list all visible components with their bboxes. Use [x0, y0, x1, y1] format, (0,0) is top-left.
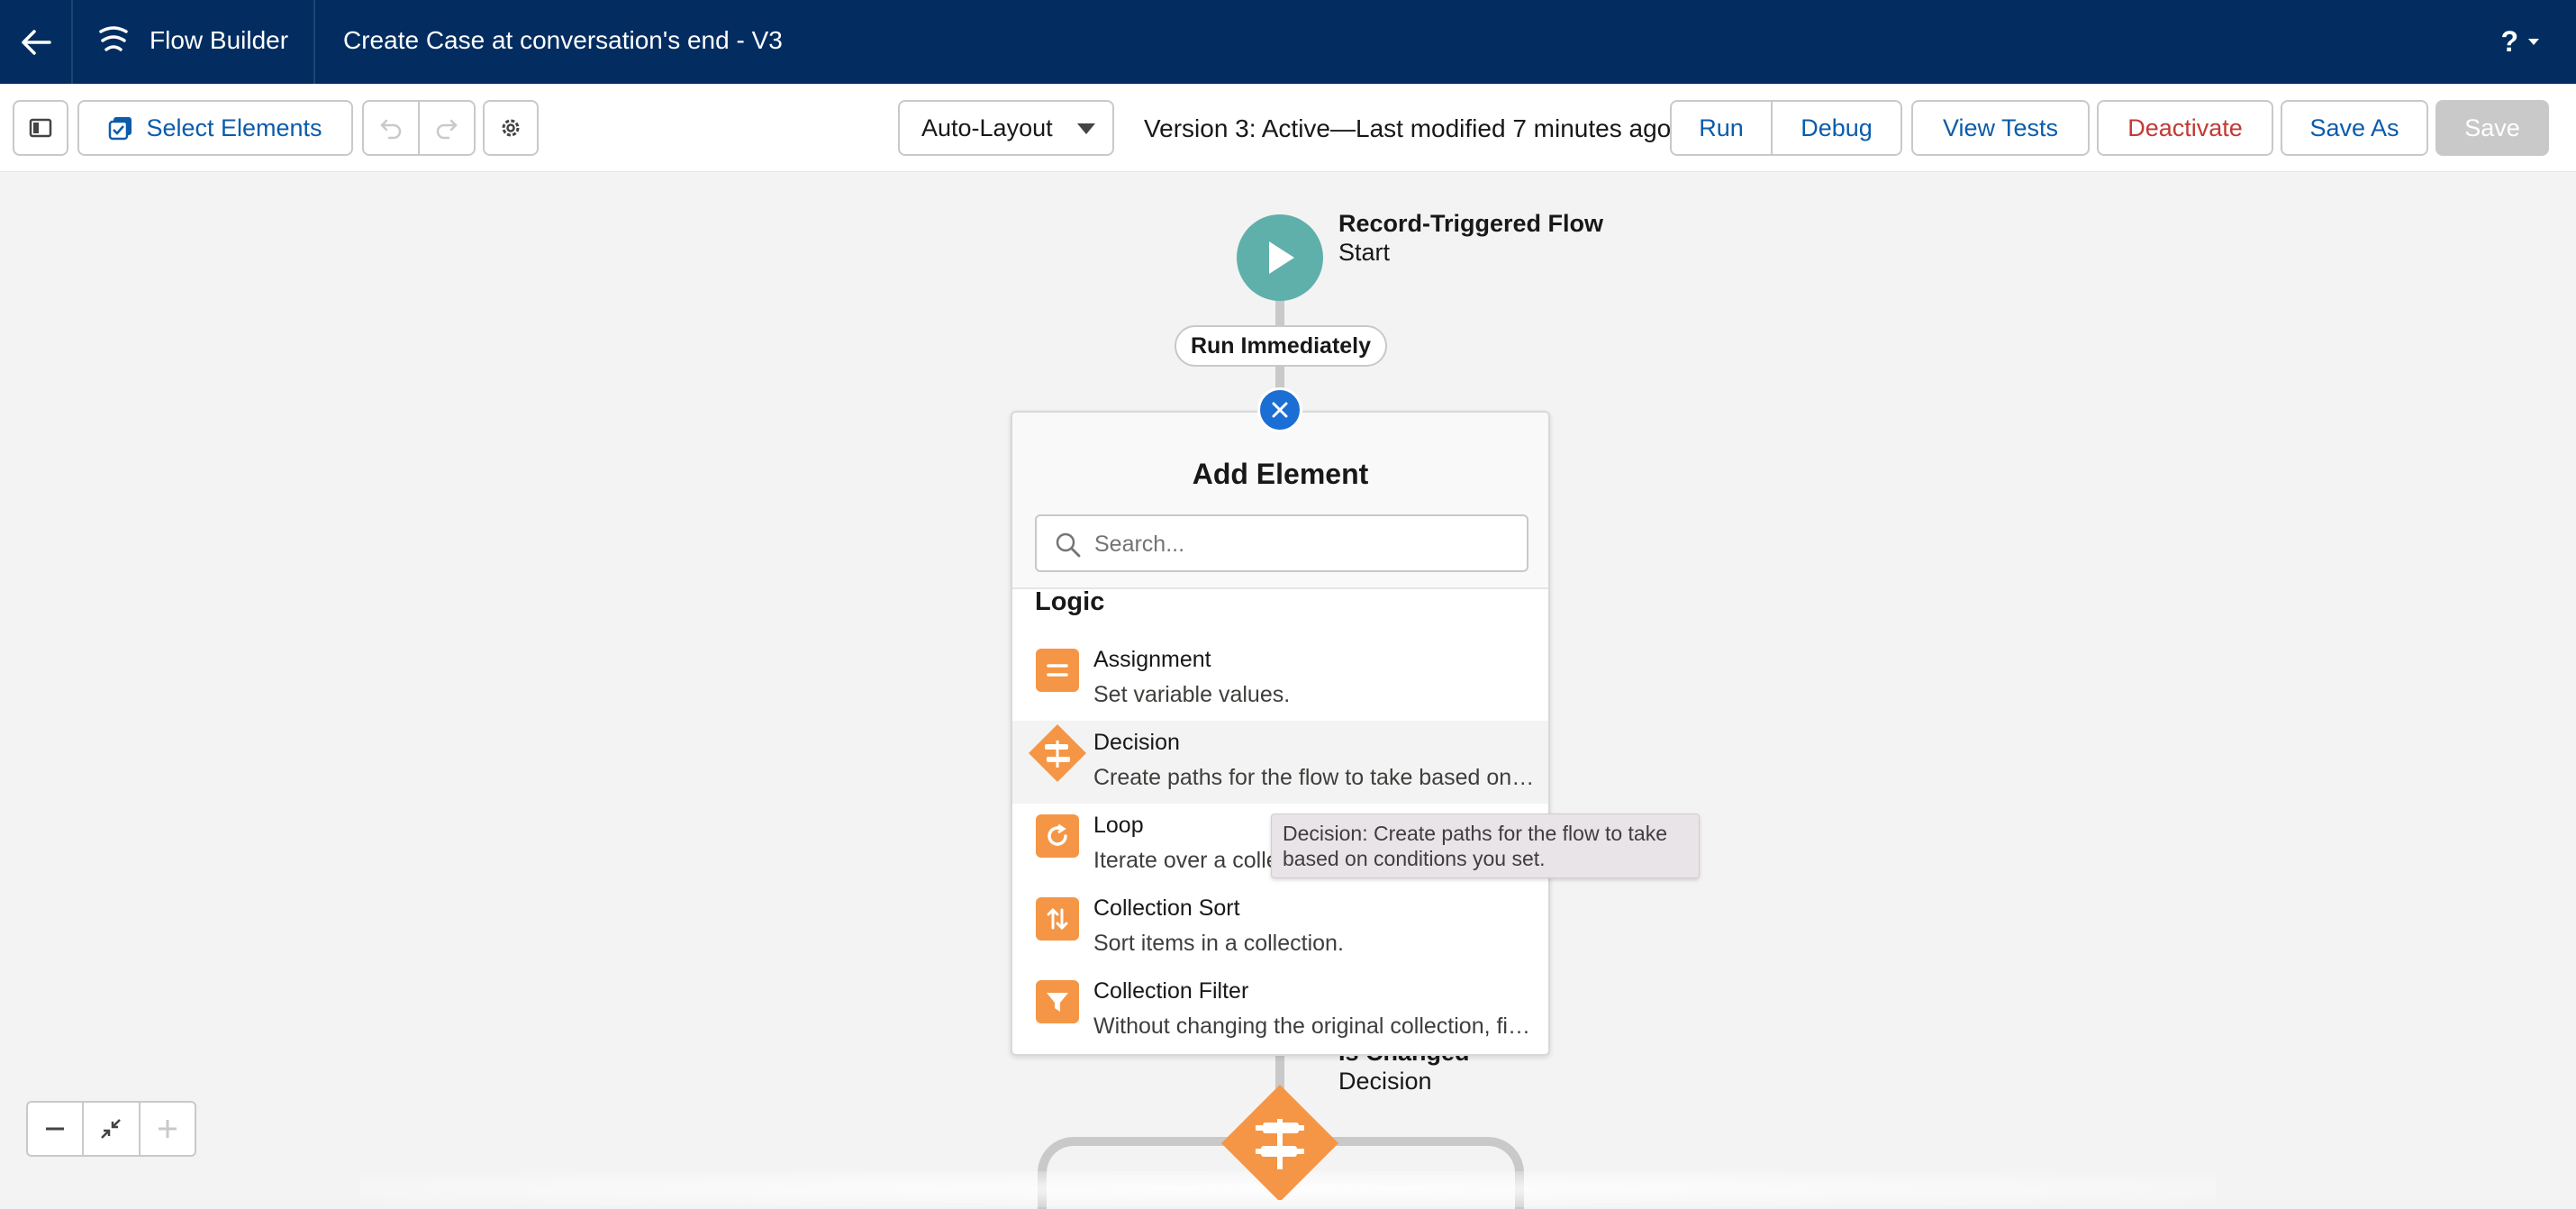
start-node-label: Record-Triggered Flow Start	[1338, 209, 1603, 267]
plus-icon	[158, 1120, 177, 1138]
search-icon	[1056, 532, 1081, 558]
assignment-icon	[1036, 649, 1079, 692]
decision-tooltip: Decision: Create paths for the flow to t…	[1271, 814, 1700, 878]
arrow-left-icon	[21, 29, 51, 55]
add-element-header: Add Element	[1012, 413, 1548, 589]
run-button[interactable]: Run	[1670, 100, 1773, 156]
layout-select[interactable]: Auto-Layout	[898, 100, 1114, 156]
app-brand: Flow Builder	[72, 0, 315, 84]
collection-filter-icon	[1036, 980, 1079, 1023]
layout-select-value: Auto-Layout	[921, 114, 1053, 141]
element-item-assignment[interactable]: Assignment Set variable values.	[1012, 638, 1548, 721]
decision-node-subtitle: Decision	[1338, 1068, 1432, 1095]
view-tests-label: View Tests	[1942, 114, 2059, 141]
flow-builder-logo-icon	[99, 26, 128, 51]
element-item-desc: Sort items in a collection.	[1093, 931, 1344, 956]
save-label: Save	[2464, 114, 2520, 141]
element-item-desc: Set variable values.	[1093, 682, 1291, 707]
flow-title: Create Case at conversation's end - V3	[343, 26, 783, 54]
debug-label: Debug	[1800, 114, 1873, 141]
toggle-panel-button[interactable]	[13, 100, 68, 156]
decision-node[interactable]	[1220, 1083, 1340, 1200]
select-elements-icon	[109, 117, 132, 141]
add-element-title: Add Element	[1192, 458, 1369, 490]
loop-icon	[1036, 814, 1079, 858]
flow-toolbar: Select Elements Auto-Layout Version 3: A…	[0, 84, 2576, 173]
decision-icon	[1027, 723, 1088, 784]
settings-button[interactable]	[483, 100, 539, 156]
close-add-element-button[interactable]	[1257, 387, 1302, 432]
element-item-name: Collection Filter	[1093, 978, 1249, 1004]
run-label: Run	[1699, 114, 1744, 141]
element-item-desc: Without changing the original collection…	[1093, 1014, 1535, 1039]
help-menu[interactable]: ?	[2500, 25, 2540, 59]
search-input[interactable]	[1093, 527, 1510, 561]
save-as-label: Save As	[2309, 114, 2399, 141]
save-as-button[interactable]: Save As	[2281, 100, 2428, 156]
redo-icon	[436, 119, 458, 140]
element-item-collection-filter[interactable]: Collection Filter Without changing the o…	[1012, 969, 1548, 1052]
run-immediately-pill[interactable]: Run Immediately	[1175, 325, 1387, 367]
app-name: Flow Builder	[150, 26, 289, 54]
chevron-down-icon	[1077, 123, 1095, 134]
deactivate-label: Deactivate	[2127, 114, 2243, 141]
chevron-down-icon	[2528, 38, 2539, 45]
back-button[interactable]	[0, 0, 73, 84]
close-icon	[1272, 402, 1288, 418]
gear-icon	[502, 119, 520, 137]
element-item-desc: Create paths for the flow to take based …	[1093, 765, 1535, 790]
element-search[interactable]	[1035, 514, 1528, 572]
select-elements-button[interactable]: Select Elements	[77, 100, 353, 156]
contract-icon	[101, 1119, 122, 1139]
logic-section-title: Logic	[1035, 587, 1105, 616]
zoom-in-button[interactable]	[141, 1103, 195, 1155]
help-icon: ?	[2500, 25, 2518, 58]
zoom-controls	[26, 1101, 196, 1157]
fit-view-button[interactable]	[84, 1103, 141, 1155]
element-item-collection-sort[interactable]: Collection Sort Sort items in a collecti…	[1012, 886, 1548, 969]
add-element-panel: Add Element Logic Assignment Set variabl…	[1011, 411, 1550, 1056]
play-icon	[1269, 241, 1294, 274]
element-item-name: Decision	[1093, 730, 1180, 755]
global-header: Flow Builder Create Case at conversation…	[0, 0, 2576, 84]
select-elements-label: Select Elements	[146, 114, 322, 141]
deactivate-button[interactable]: Deactivate	[2097, 100, 2273, 156]
element-item-name: Assignment	[1093, 647, 1211, 672]
zoom-out-button[interactable]	[28, 1103, 85, 1155]
element-item-decision[interactable]: Decision Create paths for the flow to ta…	[1012, 721, 1548, 804]
element-item-name: Loop	[1093, 813, 1144, 838]
redo-button[interactable]	[418, 100, 476, 156]
undo-icon	[380, 119, 402, 140]
undo-button[interactable]	[362, 100, 420, 156]
debug-button[interactable]: Debug	[1771, 100, 1902, 156]
start-node[interactable]	[1237, 214, 1323, 301]
view-tests-button[interactable]: View Tests	[1911, 100, 2090, 156]
collection-sort-icon	[1036, 897, 1079, 941]
element-item-name: Collection Sort	[1093, 895, 1240, 921]
version-status: Version 3: Active—Last modified 7 minute…	[1144, 114, 1672, 142]
panel-toggle-icon	[29, 118, 52, 138]
save-button[interactable]: Save	[2435, 100, 2549, 156]
minus-icon	[46, 1127, 65, 1131]
start-node-title: Record-Triggered Flow	[1338, 210, 1604, 237]
start-node-subtitle: Start	[1338, 239, 1391, 266]
